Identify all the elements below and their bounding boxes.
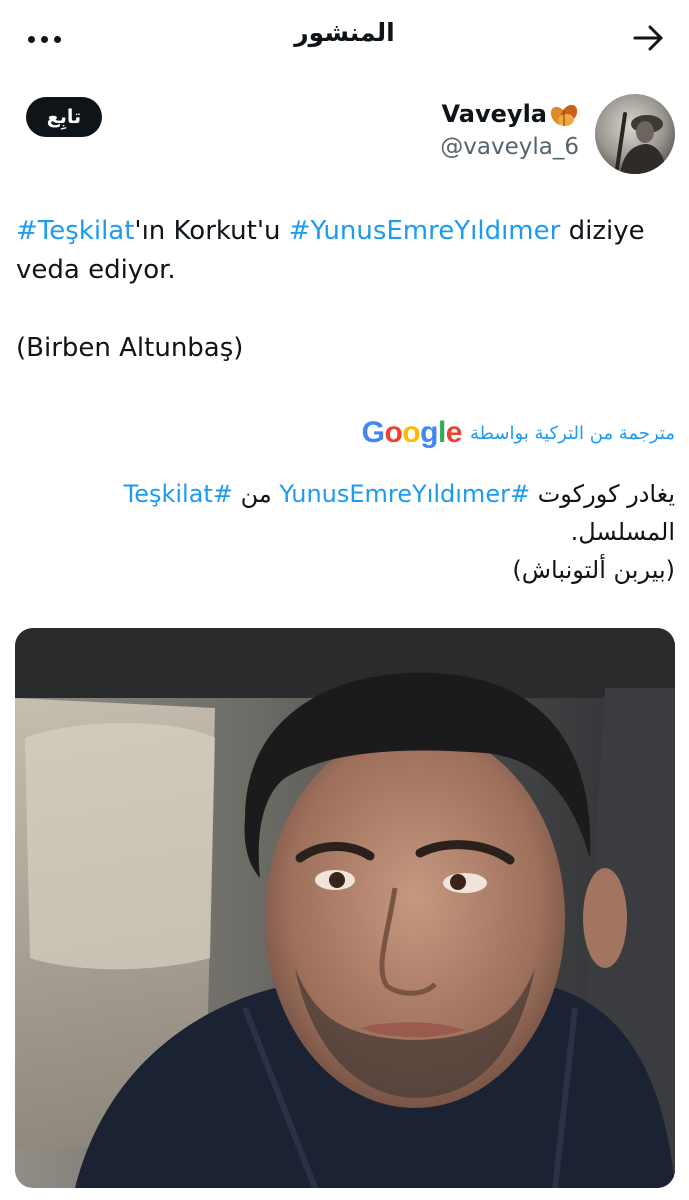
author-name[interactable]: Vaveyla [442,100,579,128]
display-name: Vaveyla [441,100,547,128]
hashtag-link[interactable]: #Teşkilat [124,480,233,508]
translated-text: يغادر كوركوت #YunusEmreYıldımer من #Teşk… [15,475,675,589]
tweet-text: #Teşkilat'ın Korkut'u #YunusEmreYıldımer… [16,212,676,368]
author-handle[interactable]: @vaveyla_6 [440,134,579,160]
page-title: المنشور [294,18,395,47]
hashtag-link[interactable]: #Teşkilat [16,216,134,246]
translation-segment: يغادر كوركوت [530,480,675,508]
arrow-right-icon [633,25,663,51]
hashtag-link[interactable]: #YunusEmreYıldımer [279,480,530,508]
top-bar: المنشور [0,0,689,76]
tweet-text-segment: 'ın Korkut'u [134,216,289,246]
translation-label: مترجمة من التركية بواسطة [469,422,675,444]
translation-segment: من [232,480,280,508]
avatar[interactable] [595,94,675,174]
leaf-emoji [550,104,578,127]
tweet-text-line: (Birben Altunbaş) [16,333,244,363]
hashtag-link[interactable]: #YunusEmreYıldımer [289,216,561,246]
tweet-text-segment: diziye [560,216,645,246]
translation-line: المسلسل. [570,518,675,546]
google-logo: Google [361,416,463,449]
translation-line: (بيربن ألتونباش) [512,556,675,584]
tweet-text-line: veda ediyor. [16,255,176,285]
tweet-photo[interactable] [15,628,675,1188]
translation-attribution[interactable]: مترجمة من التركية بواسطة Google [362,418,675,448]
back-button[interactable] [629,18,669,58]
follow-button[interactable]: تابِع [26,97,102,137]
